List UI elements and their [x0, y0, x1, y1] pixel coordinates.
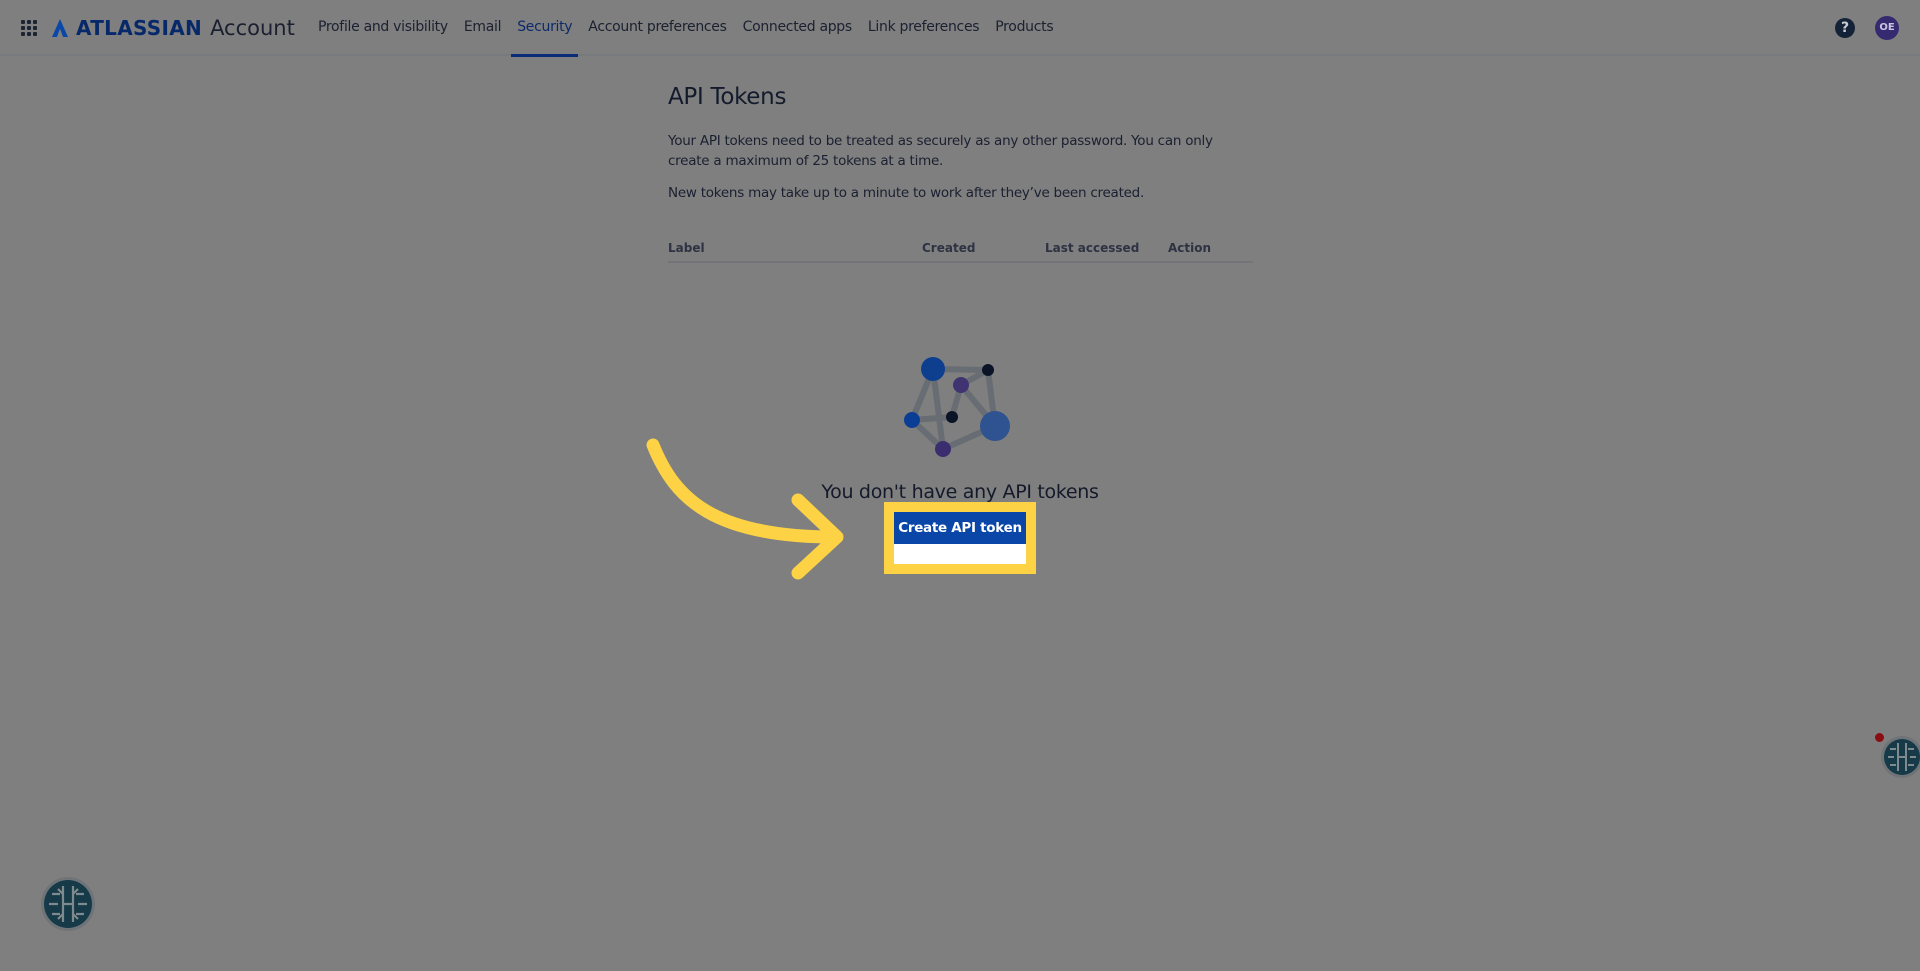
- node-large-steel: [980, 411, 1010, 441]
- tokens-table-header: Label Created Last accessed Action: [668, 239, 1253, 263]
- nav-tab-connected-apps[interactable]: Connected apps: [735, 0, 860, 56]
- nav-tab-email[interactable]: Email: [456, 0, 509, 56]
- annotation-arrow-icon: [646, 438, 844, 580]
- page-title: API Tokens: [668, 84, 787, 110]
- node-purple: [953, 377, 969, 393]
- user-avatar[interactable]: OE: [1875, 16, 1899, 40]
- node-large-blue: [921, 357, 945, 381]
- nav-tab-profile-and-visibility[interactable]: Profile and visibility: [310, 0, 456, 56]
- help-icon[interactable]: ?: [1835, 18, 1855, 38]
- column-header-label: Label: [668, 241, 705, 255]
- column-header-created: Created: [922, 241, 976, 255]
- column-header-last-accessed: Last accessed: [1045, 241, 1140, 255]
- nav-tab-account-preferences[interactable]: Account preferences: [580, 0, 734, 56]
- node-dark: [982, 364, 994, 376]
- app-switcher-grid-icon[interactable]: [21, 20, 38, 36]
- column-header-action: Action: [1168, 241, 1212, 255]
- api-tokens-section: API Tokens Your API tokens need to be tr…: [668, 84, 1253, 263]
- atlassian-account-logo[interactable]: ATLASSIAN Account: [50, 13, 295, 43]
- note-text: New tokens may take up to a minute to wo…: [668, 185, 1145, 201]
- network-nodes-illustration: [904, 357, 1010, 457]
- highlight-frame: Create API token: [884, 502, 1036, 574]
- create-api-token-button[interactable]: Create API token: [894, 512, 1026, 544]
- node-dark-center: [946, 411, 958, 423]
- node-blue: [904, 412, 920, 428]
- nav-tab-products[interactable]: Products: [987, 0, 1061, 56]
- top-navigation-bar: ATLASSIAN Account Profile and visibility…: [0, 0, 1920, 57]
- product-name: Account: [210, 16, 295, 40]
- brand-name: ATLASSIAN: [76, 16, 203, 40]
- main-nav: Profile and visibility Email Security Ac…: [310, 0, 1061, 57]
- description-text: Your API tokens need to be treated as se…: [668, 133, 1213, 169]
- assistant-widget-icon[interactable]: [1880, 735, 1920, 779]
- atlassian-logo-icon: [52, 19, 68, 37]
- node-purple-bottom: [935, 441, 951, 457]
- assistant-launcher-icon[interactable]: [40, 876, 96, 932]
- nav-tab-link-preferences[interactable]: Link preferences: [860, 0, 987, 56]
- notification-dot: [1875, 733, 1884, 742]
- nav-tab-security[interactable]: Security: [509, 0, 580, 57]
